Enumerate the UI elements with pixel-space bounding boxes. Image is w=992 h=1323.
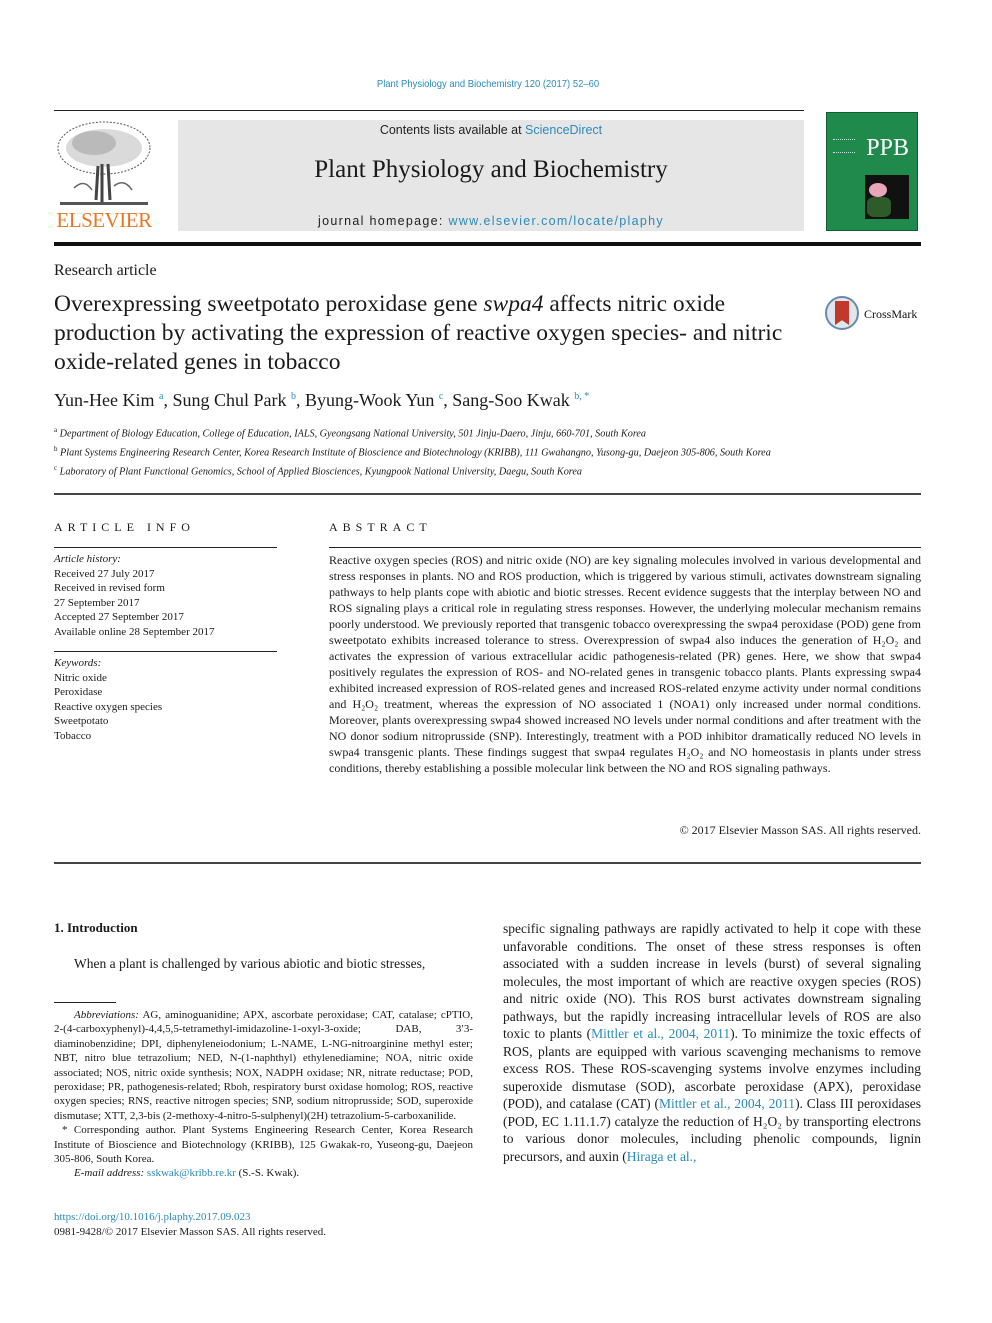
author-name[interactable]: Yun-Hee Kim xyxy=(54,390,154,410)
affiliation-text: Department of Biology Education, College… xyxy=(59,428,647,440)
affiliation-marker: c xyxy=(54,463,58,472)
keyword: Peroxidase xyxy=(54,686,103,698)
footnotes: Abbreviations: AG, aminoguanidine; APX, … xyxy=(54,1008,473,1181)
journal-citation-link[interactable]: Plant Physiology and Biochemistry 120 (2… xyxy=(49,78,927,90)
doi-link[interactable]: https://doi.org/10.1016/j.plaphy.2017.09… xyxy=(54,1210,326,1225)
contents-line: Contents lists available at ScienceDirec… xyxy=(178,123,804,137)
article-title: Overexpressing sweetpotato peroxidase ge… xyxy=(54,290,794,377)
divider xyxy=(54,651,277,652)
journal-masthead: Contents lists available at ScienceDirec… xyxy=(178,120,804,231)
divider xyxy=(54,547,277,548)
footnote-divider xyxy=(54,1002,116,1003)
doi-block: https://doi.org/10.1016/j.plaphy.2017.09… xyxy=(54,1210,326,1240)
history-item: Received in revised form xyxy=(54,582,165,594)
author-name[interactable]: Byung-Wook Yun xyxy=(305,390,434,410)
corresponding-author-footnote: * Corresponding author. Plant Systems En… xyxy=(54,1124,473,1166)
divider xyxy=(54,110,804,111)
body-text: specific signaling pathways are rapidly … xyxy=(503,921,921,1041)
keyword: Nitric oxide xyxy=(54,671,107,684)
author-name[interactable]: Sang-Soo Kwak xyxy=(452,390,570,410)
leaves-graphic xyxy=(867,197,891,217)
abbreviations-footnote: Abbreviations: AG, aminoguanidine; APX, … xyxy=(54,1008,473,1123)
author-name[interactable]: Sung Chul Park xyxy=(172,390,286,410)
tree-icon xyxy=(57,121,151,205)
journal-homepage-link[interactable]: www.elsevier.com/locate/plaphy xyxy=(448,214,663,228)
history-item: Received 27 July 2017 xyxy=(54,567,155,580)
article-type: Research article xyxy=(54,262,157,279)
author-affiliation-link[interactable]: a xyxy=(159,391,163,402)
journal-title: Plant Physiology and Biochemistry xyxy=(314,156,668,183)
publisher-name: ELSEVIER xyxy=(56,208,152,232)
abbreviations-label: Abbreviations: xyxy=(74,1009,139,1021)
article-info-heading: ARTICLE INFO xyxy=(54,520,195,534)
crossmark-button[interactable]: CrossMark xyxy=(825,296,925,336)
affiliations: a Department of Biology Education, Colle… xyxy=(54,423,804,480)
keyword: Reactive oxygen species xyxy=(54,700,163,713)
keyword: Sweetpotato xyxy=(54,715,109,727)
divider xyxy=(329,547,921,548)
citation-link[interactable]: Mittler et al., 2004, 2011 xyxy=(591,1026,730,1041)
issn-copyright: 0981-9428/© 2017 Elsevier Masson SAS. Al… xyxy=(54,1226,327,1238)
contents-prefix: Contents lists available at xyxy=(379,123,526,137)
abstract-heading: ABSTRACT xyxy=(329,520,432,534)
affiliation: c Laboratory of Plant Functional Genomic… xyxy=(54,461,804,480)
abstract-text: Reactive oxygen species (ROS) and nitric… xyxy=(329,553,921,775)
intro-paragraph-continued: specific signaling pathways are rapidly … xyxy=(503,920,921,1165)
citation-link[interactable]: Hiraga et al., xyxy=(627,1149,697,1164)
affiliation: a Department of Biology Education, Colle… xyxy=(54,423,804,442)
citation-link[interactable]: Mittler et al., 2004, 2011 xyxy=(659,1096,795,1111)
history-item: 27 September 2017 xyxy=(54,596,140,609)
homepage-line: journal homepage: www.elsevier.com/locat… xyxy=(178,214,804,228)
author-affiliation-link[interactable]: c xyxy=(439,391,443,402)
affiliation-text: Laboratory of Plant Functional Genomics,… xyxy=(59,466,582,478)
divider xyxy=(54,493,921,495)
title-gene: swpa4 xyxy=(483,291,544,317)
author-list: Yun-Hee Kim a, Sung Chul Park b, Byung-W… xyxy=(54,390,590,410)
intro-paragraph: When a plant is challenged by various ab… xyxy=(74,956,426,971)
affiliation: b Plant Systems Engineering Research Cen… xyxy=(54,442,804,461)
section-heading-introduction: 1. Introduction xyxy=(54,920,138,935)
header-divider xyxy=(54,242,921,246)
history-label: Article history: xyxy=(54,553,121,565)
affiliation-text: Plant Systems Engineering Research Cente… xyxy=(60,447,771,459)
email-label: E-mail address: xyxy=(74,1167,145,1180)
cover-title: PPB xyxy=(866,135,909,161)
article-history: Article history: Received 27 July 2017 R… xyxy=(54,552,214,639)
keywords-label: Keywords: xyxy=(54,657,102,669)
cover-flower-image xyxy=(865,175,909,219)
history-item: Available online 28 September 2017 xyxy=(54,625,215,638)
abbreviations-text: AG, aminoguanidine; APX, ascorbate perox… xyxy=(54,1009,473,1122)
author-affiliation-link[interactable]: b xyxy=(291,391,296,402)
crossmark-label: CrossMark xyxy=(864,307,918,321)
keywords: Keywords: Nitric oxide Peroxidase Reacti… xyxy=(54,656,162,743)
abstract-copyright: © 2017 Elsevier Masson SAS. All rights r… xyxy=(679,823,921,837)
affiliation-marker: b xyxy=(54,444,58,453)
cover-journal-text xyxy=(833,139,855,153)
flower-graphic xyxy=(869,183,887,197)
keyword: Tobacco xyxy=(54,729,92,742)
sciencedirect-link[interactable]: ScienceDirect xyxy=(525,123,602,137)
title-text: Overexpressing sweetpotato peroxidase ge… xyxy=(54,291,484,317)
email-suffix: (S.-S. Kwak). xyxy=(235,1167,300,1180)
divider xyxy=(54,862,921,864)
journal-cover-thumbnail[interactable]: PPB xyxy=(826,112,918,231)
email-footnote: E-mail address: sskwak@kribb.re.kr (S.-S… xyxy=(54,1166,473,1180)
affiliation-marker: a xyxy=(54,426,58,434)
elsevier-logo[interactable]: ELSEVIER xyxy=(54,118,154,233)
homepage-prefix: journal homepage: xyxy=(318,214,449,228)
author-affiliation-link[interactable]: b, * xyxy=(574,391,589,402)
email-link[interactable]: sskwak@kribb.re.kr xyxy=(147,1167,236,1179)
history-item: Accepted 27 September 2017 xyxy=(54,611,184,623)
